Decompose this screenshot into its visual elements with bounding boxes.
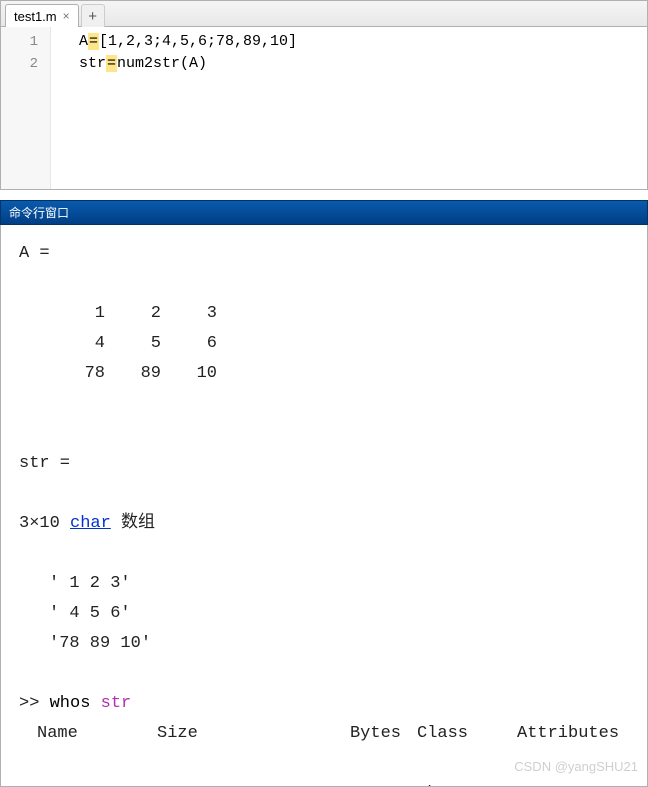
blank-line	[19, 269, 641, 299]
command-keyword: whos	[50, 694, 101, 713]
matrix-row: 788910	[19, 359, 641, 389]
str-row: ' 4 5 6'	[19, 599, 641, 629]
whos-header: NameSizeBytesClassAttributes	[19, 719, 641, 749]
command-variable: str	[101, 694, 132, 713]
matrix-row: 123	[19, 299, 641, 329]
char-type-link[interactable]: char	[70, 514, 111, 533]
add-tab-button[interactable]: +	[81, 4, 105, 27]
blank-line	[19, 419, 641, 449]
assign-highlight: =	[88, 33, 99, 50]
blank-line	[19, 389, 641, 419]
line-gutter: 1 2	[1, 27, 51, 189]
editor-body[interactable]: 1 2 A=[1,2,3;4,5,6;78,89,10]str=num2str(…	[1, 27, 647, 189]
assign-highlight: =	[106, 55, 117, 72]
prompt-symbol: >>	[19, 694, 50, 713]
str-row: '78 89 10'	[19, 629, 641, 659]
str-description: 3×10 char 数组	[19, 509, 641, 539]
file-tab[interactable]: test1.m ×	[5, 4, 79, 27]
file-tab-label: test1.m	[14, 9, 57, 24]
watermark: CSDN @yangSHU21	[514, 759, 638, 774]
blank-line	[19, 479, 641, 509]
command-prompt-line[interactable]: >> whos str	[19, 689, 641, 719]
code-line: A=[1,2,3;4,5,6;78,89,10]	[79, 31, 639, 53]
close-tab-icon[interactable]: ×	[63, 9, 70, 23]
command-window-titlebar[interactable]: 命令行窗口	[0, 200, 648, 225]
command-window-body[interactable]: A = 123 456 788910 str = 3×10 char 数组 ' …	[0, 225, 648, 787]
panel-gap	[0, 190, 648, 200]
command-window-title: 命令行窗口	[9, 206, 69, 220]
code-line: str=num2str(A)	[79, 53, 639, 75]
tab-bar: test1.m × +	[1, 1, 647, 27]
blank-line	[19, 659, 641, 689]
blank-line	[19, 539, 641, 569]
output-var-label: str =	[19, 449, 641, 479]
editor-section: test1.m × + 1 2 A=[1,2,3;4,5,6;78,89,10]…	[0, 0, 648, 190]
line-number: 1	[1, 31, 38, 53]
code-area[interactable]: A=[1,2,3;4,5,6;78,89,10]str=num2str(A)	[51, 27, 647, 189]
output-var-label: A =	[19, 239, 641, 269]
whos-row: str3x1060char	[19, 779, 641, 787]
line-number: 2	[1, 53, 38, 75]
str-row: ' 1 2 3'	[19, 569, 641, 599]
matrix-row: 456	[19, 329, 641, 359]
